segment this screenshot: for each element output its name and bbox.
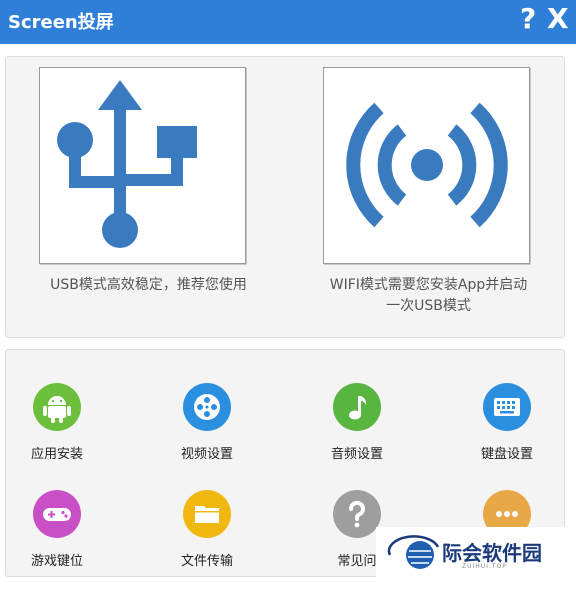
tool-label: 文件传输 <box>180 554 233 569</box>
wifi-mode-caption: WIFI模式需要您安装App并启动 一次USB模式 <box>296 275 561 317</box>
tool-label: 键盘设置 <box>480 447 533 462</box>
question-icon <box>333 490 381 538</box>
watermark-logo-icon <box>387 535 440 569</box>
window-title: Screen投屏 <box>8 12 114 33</box>
tool-keyboard-settings[interactable]: 键盘设置 <box>461 383 571 483</box>
tool-label: 视频设置 <box>180 447 233 462</box>
tool-audio-settings[interactable]: 音频设置 <box>311 383 421 483</box>
title-bar: Screen投屏 ? X <box>0 0 576 44</box>
tool-label: 游戏键位 <box>30 554 83 569</box>
usb-icon <box>57 80 197 248</box>
wifi-mode-button[interactable] <box>323 67 530 264</box>
film-reel-icon <box>183 383 231 431</box>
watermark-text: 际会软件园 <box>442 541 542 565</box>
tool-app-install[interactable]: 应用安装 <box>11 383 121 483</box>
music-note-icon <box>333 383 381 431</box>
tool-game-keys[interactable]: 游戏键位 <box>11 490 121 590</box>
folder-icon <box>183 490 231 538</box>
gamepad-icon <box>33 490 81 538</box>
tool-label: 音频设置 <box>330 447 383 462</box>
tool-label: 应用安装 <box>30 447 83 462</box>
wifi-broadcast-icon <box>346 102 508 228</box>
connection-mode-panel: USB模式高效稳定，推荐您使用 WIFI模式需要您安装App并启动 一次USB模… <box>5 56 565 338</box>
wifi-caption-line1: WIFI模式需要您安装App并启动 <box>329 277 528 293</box>
close-button[interactable]: X <box>547 2 569 35</box>
watermark: 际会软件园 ZUIHUI.TOP <box>376 527 576 577</box>
android-icon <box>33 383 81 431</box>
tool-file-transfer[interactable]: 文件传输 <box>161 490 271 590</box>
usb-mode-button[interactable] <box>39 67 246 264</box>
watermark-subtext: ZUIHUI.TOP <box>462 563 507 570</box>
help-button[interactable]: ? <box>520 2 536 35</box>
usb-mode-caption: USB模式高效稳定，推荐您使用 <box>50 277 247 293</box>
wifi-caption-line2: 一次USB模式 <box>386 298 471 314</box>
keyboard-icon <box>483 383 531 431</box>
tool-video-settings[interactable]: 视频设置 <box>161 383 271 483</box>
